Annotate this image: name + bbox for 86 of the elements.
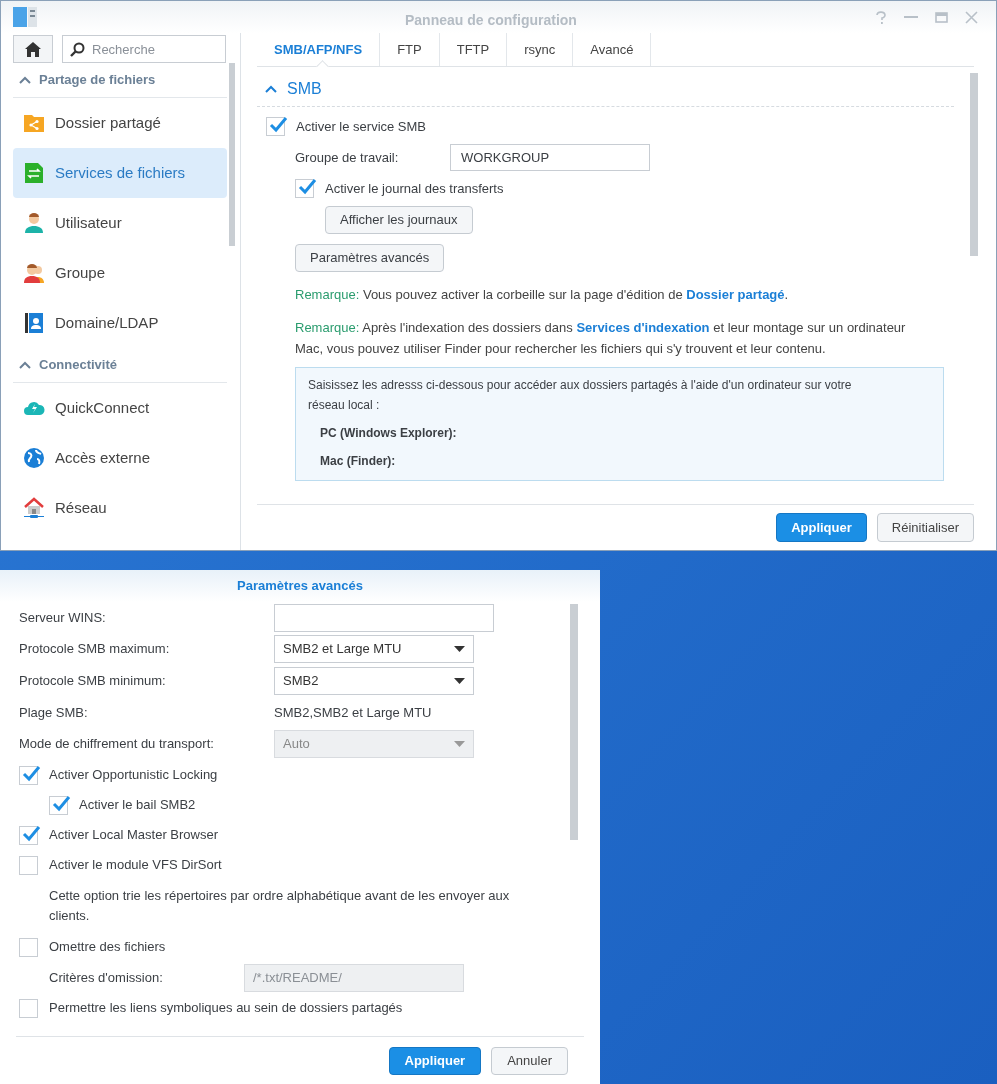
field-label: Critères d'omission: xyxy=(48,968,164,987)
link[interactable]: Dossier partagé xyxy=(686,287,785,302)
range-value: SMB2,SMB2 et Large MTU xyxy=(274,703,432,722)
globe-icon xyxy=(23,447,45,469)
app-icon xyxy=(13,6,37,28)
section-header: Connectivité xyxy=(39,356,117,375)
sidebar-item[interactable]: Services de fichiers xyxy=(13,148,227,198)
checkbox-label: Activer le bail SMB2 xyxy=(79,796,196,815)
help-icon[interactable] xyxy=(875,10,887,24)
sidebar-item[interactable]: Domaine/LDAP xyxy=(13,298,227,348)
address-book-icon xyxy=(23,312,45,334)
shared-folder-icon xyxy=(23,112,45,134)
checkbox[interactable] xyxy=(49,795,68,815)
checkbox[interactable] xyxy=(19,998,38,1018)
user-icon xyxy=(23,212,45,234)
sidebar-item[interactable]: Utilisateur xyxy=(13,198,227,248)
group-icon xyxy=(23,262,45,284)
checkbox-label: Activer Opportunistic Locking xyxy=(49,766,218,785)
view-logs-button[interactable]: Afficher les journaux xyxy=(325,206,473,234)
info-text: Saisissez les adresss ci-dessous pour accéder aux dossiers partagés à l'aide d'un ordinateur sur votre réseau local : xyxy=(308,377,853,414)
home-icon xyxy=(25,41,41,57)
section-header: Partage de fichiers xyxy=(39,71,156,90)
checkbox[interactable] xyxy=(19,825,38,845)
sidebar-scrollbar[interactable] xyxy=(229,63,235,246)
dropdown-arrow-icon xyxy=(454,678,465,684)
tab[interactable]: Avancé xyxy=(573,33,652,66)
checkbox-label: Activer le service SMB xyxy=(296,117,427,136)
workgroup-field[interactable]: WORKGROUP xyxy=(450,144,650,171)
checkbox-label: Activer le module VFS DirSort xyxy=(49,856,222,875)
text-field[interactable] xyxy=(274,603,494,632)
field-label: Protocole SMB minimum: xyxy=(19,672,167,691)
field-label: Serveur WINS: xyxy=(19,608,107,627)
tab[interactable]: SMB/AFP/NFS xyxy=(257,33,381,66)
checkbox[interactable] xyxy=(266,117,285,136)
tab[interactable]: rsync xyxy=(507,33,574,66)
tab[interactable]: FTP xyxy=(380,33,440,66)
checkbox-label: Activer le journal des transferts xyxy=(325,179,504,198)
dropdown-arrow-icon xyxy=(454,741,465,747)
search-icon xyxy=(70,42,85,57)
note-text: Remarque: Après l'indexation des dossiers dans Services d'indexation et leur montage sur un ordinateur Mac, vous pouvez utiliser Finder pour rechercher les fichiers qui s'y trouvent et leur contenu. xyxy=(294,319,907,358)
field-label: Plage SMB: xyxy=(19,703,89,722)
address-label: PC (Windows Explorer): xyxy=(319,425,458,442)
dropdown-value: SMB2 et Large MTU xyxy=(283,640,402,659)
dropdown[interactable]: SMB2 xyxy=(274,667,474,695)
collapse-caret-icon[interactable] xyxy=(19,361,31,369)
file-transfer-icon xyxy=(23,162,45,184)
option-description: Cette option trie les répertoires par ordre alphabétique avant de les envoyer aux clients. xyxy=(48,887,511,925)
sidebar-item[interactable]: Groupe xyxy=(13,248,227,298)
field-label: Groupe de travail: xyxy=(295,148,400,167)
dropdown-arrow-icon xyxy=(454,646,465,652)
sidebar-item[interactable]: Réseau xyxy=(13,483,227,533)
home-button[interactable] xyxy=(13,35,53,63)
secondary-button[interactable]: Réinitialiser xyxy=(876,513,974,542)
section-title: SMB xyxy=(287,78,322,99)
window-title: Panneau de configuration xyxy=(405,11,577,30)
checkbox[interactable] xyxy=(19,937,38,957)
collapse-caret-icon[interactable] xyxy=(19,76,31,84)
checkbox[interactable] xyxy=(19,765,38,785)
network-house-icon xyxy=(23,497,45,519)
content-scrollbar[interactable] xyxy=(970,73,978,256)
sidebar-item[interactable]: QuickConnect xyxy=(13,383,227,433)
search-field[interactable]: Recherche xyxy=(62,35,226,63)
address-label: Mac (Finder): xyxy=(319,453,397,470)
checkbox[interactable] xyxy=(295,179,314,198)
dropdown-value: Auto xyxy=(283,735,310,754)
checkbox-label: Permettre les liens symboliques au sein de dossiers partagés xyxy=(49,999,403,1018)
note-text: Remarque: Vous pouvez activer la corbeille sur la page d'édition de Dossier partagé. xyxy=(294,286,790,304)
dropdown[interactable]: SMB2 et Large MTU xyxy=(274,635,474,663)
tab[interactable]: TFTP xyxy=(439,33,508,66)
field-label: Mode de chiffrement du transport: xyxy=(19,735,215,754)
dropdown-value: SMB2 xyxy=(283,672,319,691)
advanced-settings-button[interactable]: Paramètres avancés xyxy=(295,244,445,272)
field-label: Protocole SMB maximum: xyxy=(19,640,171,659)
close-icon[interactable] xyxy=(965,10,978,24)
link[interactable]: Services d'indexation xyxy=(576,320,710,335)
maximize-icon[interactable] xyxy=(935,11,948,23)
checkbox[interactable] xyxy=(19,855,38,875)
collapse-caret-icon[interactable] xyxy=(265,84,277,93)
checkbox-label: Activer Local Master Browser xyxy=(49,826,219,845)
dialog-scrollbar[interactable] xyxy=(570,604,578,840)
sidebar-item[interactable]: Accès externe xyxy=(13,433,227,483)
minimize-icon[interactable] xyxy=(904,16,918,18)
checkbox-label: Omettre des fichiers xyxy=(49,938,166,957)
dialog-title: Paramètres avancés xyxy=(237,577,363,596)
sidebar-item[interactable]: Dossier partagé xyxy=(13,98,227,148)
secondary-button[interactable]: Annuler xyxy=(491,1046,568,1075)
